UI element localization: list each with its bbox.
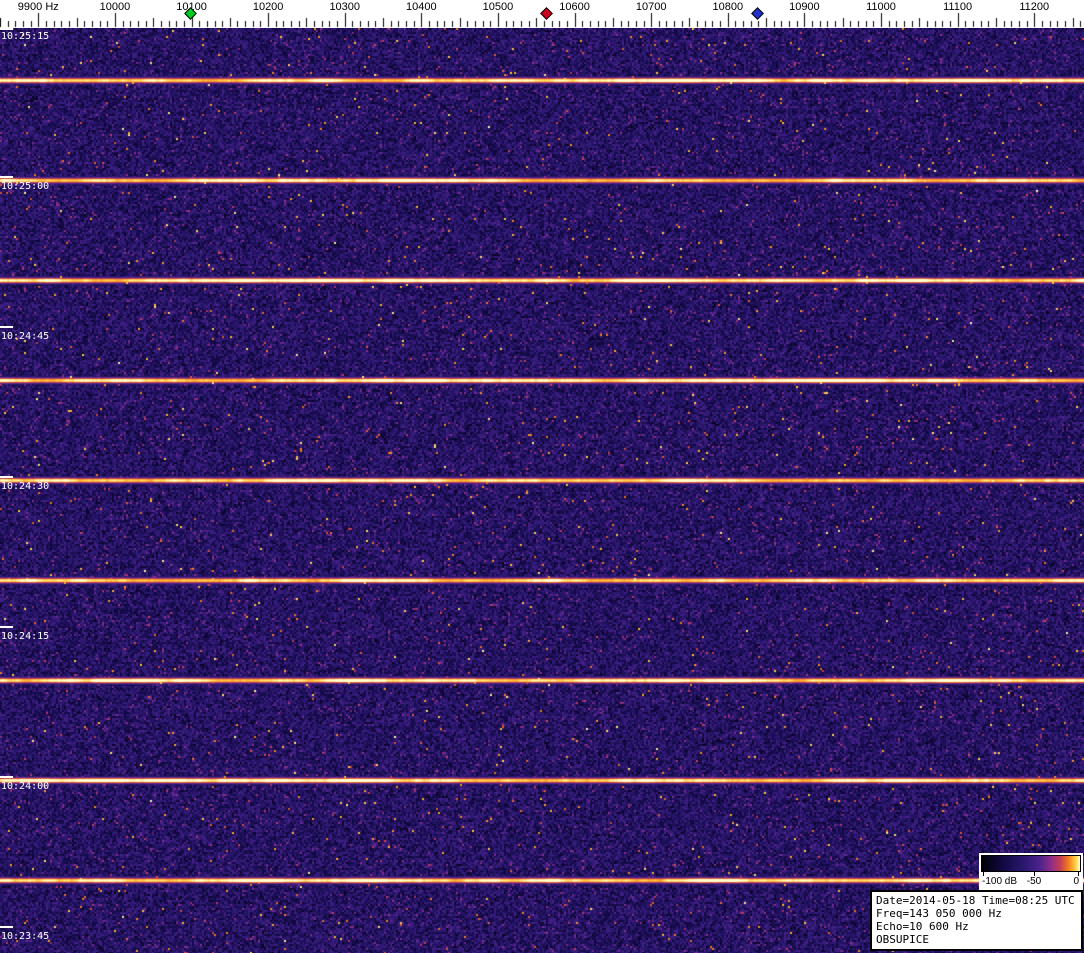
freq-tick-label-10500: 10500: [482, 1, 514, 13]
freq-tick-label-10700: 10700: [635, 1, 667, 13]
time-tick-102345: [0, 926, 13, 928]
waterfall-display: 10:25:15 10:25:00 10:24:45 10:24:30 10:24:15…: [0, 28, 1084, 953]
info-frequency: Freq=143 050 000 Hz: [876, 907, 1002, 920]
info-echo: Echo=10 600 Hz: [876, 920, 969, 933]
time-tick-102400: [0, 776, 13, 778]
freq-tick-label-10000: 10000: [99, 1, 131, 13]
time-label-102445: 10:24:45: [1, 331, 50, 342]
freq-tick-label-10300: 10300: [329, 1, 361, 13]
time-label-102415: 10:24:15: [1, 631, 50, 642]
freq-tick-label-9900: 9900 Hz: [17, 1, 59, 13]
time-label-102400: 10:24:00: [1, 781, 50, 792]
time-tick-102515: [0, 28, 13, 30]
time-tick-102415: [0, 626, 13, 628]
legend-min-label: -100 dB: [982, 876, 1018, 887]
time-label-102345: 10:23:45: [1, 931, 50, 942]
time-label-102515: 10:25:15: [1, 31, 50, 42]
observation-info-box: Date=2014-05-18 Time=08:25 UTC Freq=143 …: [870, 890, 1083, 951]
legend-mid-label: -50: [1026, 876, 1042, 887]
info-station: OBSUPICE: [876, 933, 929, 946]
freq-tick-label-11000: 11000: [866, 1, 896, 13]
time-label-102430: 10:24:30: [1, 481, 50, 492]
freq-tick-label-11100: 11100: [943, 1, 973, 13]
freq-tick-label-10800: 10800: [712, 1, 744, 13]
time-tick-102430: [0, 476, 13, 478]
time-tick-102445: [0, 326, 13, 328]
info-date-time: Date=2014-05-18 Time=08:25 UTC: [876, 894, 1075, 907]
intensity-legend: -100 dB -50 0: [979, 853, 1083, 890]
frequency-ruler: 9900 Hz 10000 10100 10200 10300 10400 10500 106…: [0, 0, 1084, 28]
freq-tick-label-10400: 10400: [406, 1, 437, 13]
time-label-102500: 10:25:00: [1, 181, 50, 192]
spectrogram-screen: 9900 Hz 10000 10100 10200 10300 10400 10500 106…: [0, 0, 1084, 953]
freq-tick-label-10600: 10600: [559, 1, 590, 13]
freq-tick-label-10200: 10200: [252, 1, 284, 13]
spectrogram-canvas: [0, 28, 1084, 953]
freq-tick-label-10900: 10900: [789, 1, 820, 13]
intensity-gradient-bar: [981, 855, 1081, 872]
time-tick-102500: [0, 176, 13, 178]
legend-labels: -100 dB -50 0: [981, 876, 1081, 889]
legend-max-label: 0: [1073, 876, 1079, 887]
freq-tick-label-11200: 11200: [1019, 1, 1050, 13]
